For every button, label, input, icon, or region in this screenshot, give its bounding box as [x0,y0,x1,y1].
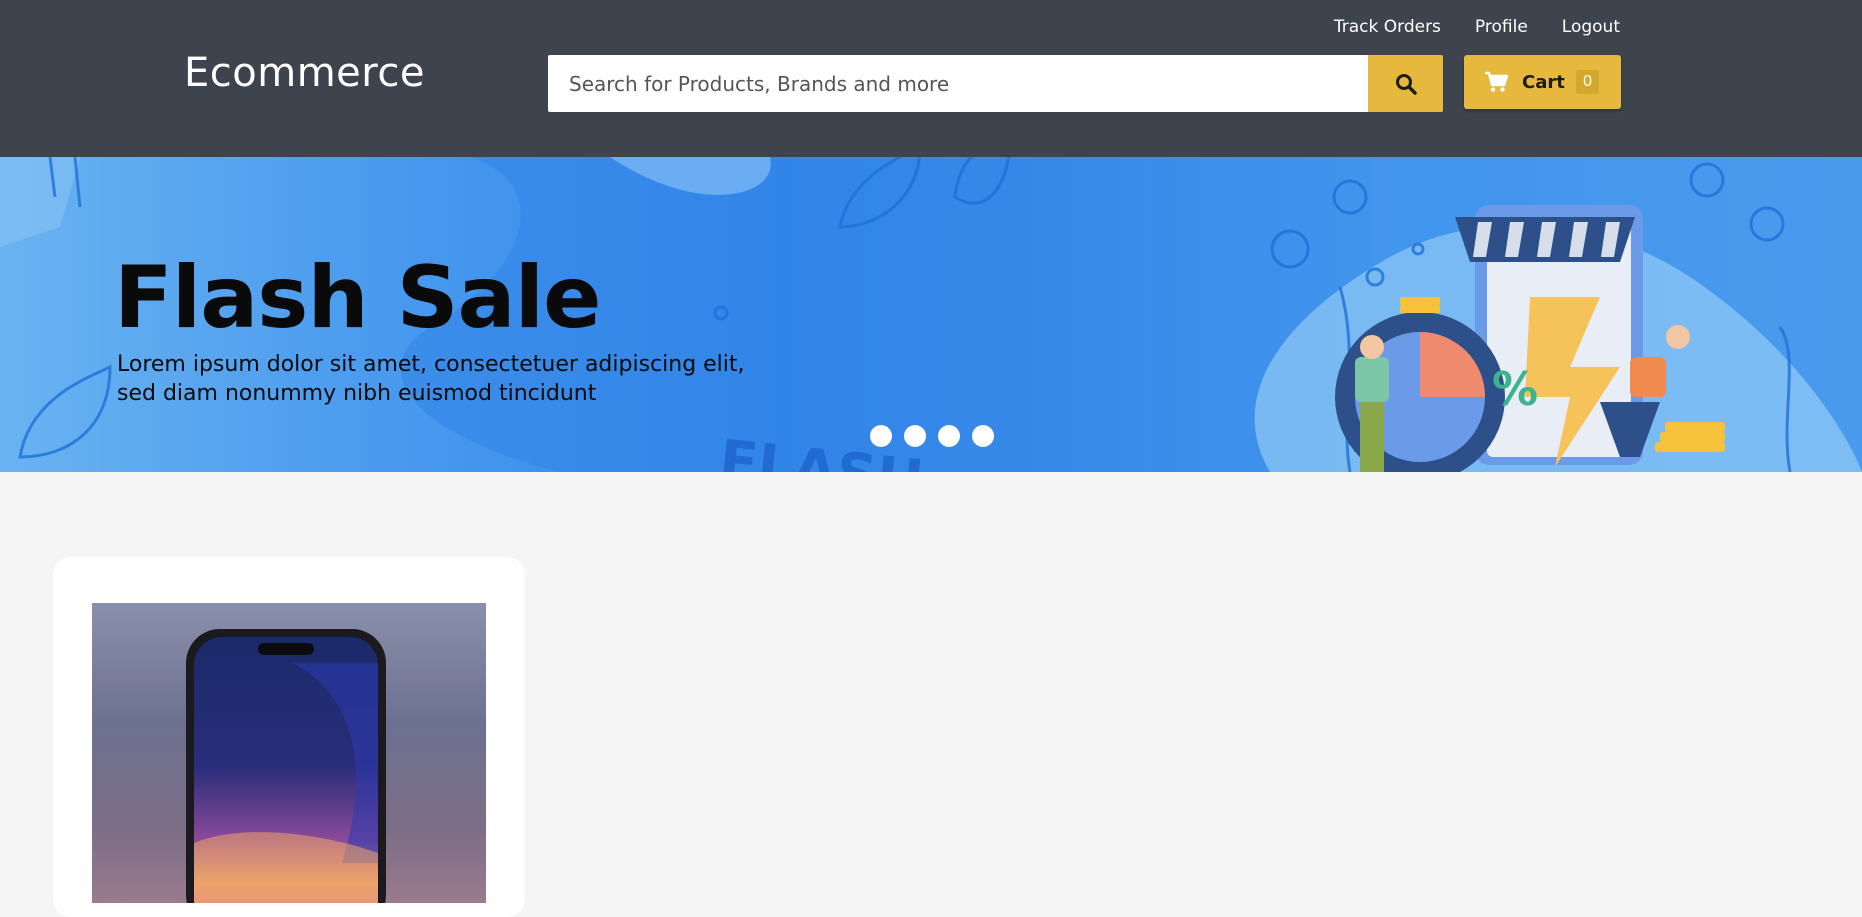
cart-icon [1484,71,1508,93]
cart-count-badge: 0 [1576,70,1599,94]
profile-link[interactable]: Profile [1475,17,1528,37]
search-input[interactable] [548,55,1368,112]
logout-link[interactable]: Logout [1562,17,1620,37]
top-nav: Track Orders Profile Logout [1334,17,1620,37]
product-card[interactable] [53,557,525,917]
banner-percent-glyph: % [1492,362,1538,416]
smartphone-image [186,629,386,903]
track-orders-link[interactable]: Track Orders [1334,17,1441,37]
carousel-dot-3[interactable] [938,425,960,447]
banner-title: Flash Sale [114,248,601,348]
flash-sale-banner[interactable]: FLASH % Flash Sale Lorem ipsum dolor sit… [0,157,1862,472]
search-button[interactable] [1368,55,1443,112]
carousel-dot-4[interactable] [972,425,994,447]
carousel-indicators [870,425,994,447]
carousel-dot-2[interactable] [904,425,926,447]
cart-button[interactable]: Cart 0 [1464,55,1621,109]
brand-logo[interactable]: Ecommerce [184,50,425,96]
search-bar [548,55,1443,112]
top-header: Ecommerce Track Orders Profile Logout Ca… [0,0,1862,157]
banner-description: Lorem ipsum dolor sit amet, consectetuer… [117,352,745,406]
search-icon [1395,73,1417,95]
product-image[interactable] [92,603,486,903]
carousel-dot-1[interactable] [870,425,892,447]
cart-label: Cart [1522,71,1565,93]
